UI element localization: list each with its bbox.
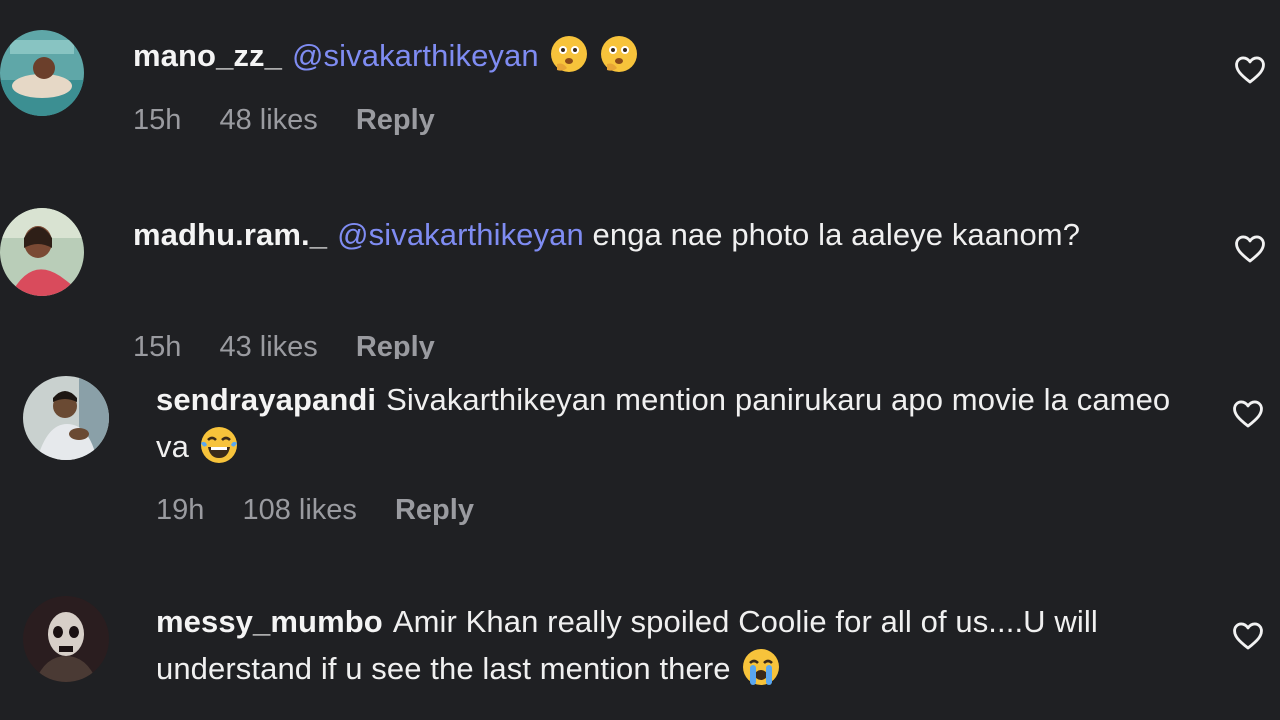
username[interactable]: madhu.ram._ [133,217,327,252]
comment-time: 15h [133,331,182,359]
comment-body: madhu.ram._ @sivakarthikeyan enga nae pho… [133,211,1173,258]
comments-list: mano_zz_ @sivakarthikeyan 15h 48 likes Re… [0,0,1280,720]
mention-link[interactable]: @sivakarthikeyan [337,217,584,252]
username[interactable]: sendrayapandi [156,382,376,417]
avatar[interactable] [0,30,84,116]
comment-body: sendrayapandi Sivakarthikeyan mention pan… [156,376,1196,470]
thinking-face-emoji-icon [599,34,639,74]
comment-time: 15h [133,104,182,136]
like-count[interactable]: 108 likes [242,494,356,526]
heart-outline-icon[interactable] [1233,232,1267,266]
reply-button[interactable]: Reply [356,104,435,136]
mention-link[interactable]: @sivakarthikeyan [292,38,539,73]
reply-button[interactable]: Reply [356,331,435,359]
like-count[interactable]: 48 likes [219,104,317,136]
avatar[interactable] [0,208,84,296]
comment-meta: 19h 108 likes Reply [156,494,504,527]
username[interactable]: messy_mumbo [156,604,383,639]
comment-body: messy_mumbo Amir Khan really spoiled Cool… [156,598,1196,692]
heart-outline-icon[interactable] [1231,397,1265,431]
comment-meta: 15h 43 likes Reply [133,331,465,359]
heart-outline-icon[interactable] [1231,619,1265,653]
heart-outline-icon[interactable] [1233,53,1267,87]
avatar[interactable] [23,376,109,460]
avatar[interactable] [23,596,109,682]
comment-meta: 15h 48 likes Reply [133,104,465,137]
comment-text: enga nae photo la aaleye kaanom? [592,217,1081,252]
crying-face-emoji-icon [741,647,781,687]
laughing-tears-emoji-icon [199,425,239,465]
comment-body: mano_zz_ @sivakarthikeyan [133,32,1193,79]
like-count[interactable]: 43 likes [219,331,317,359]
comment-time: 19h [156,494,205,526]
thinking-face-emoji-icon [549,34,589,74]
reply-button[interactable]: Reply [395,494,474,526]
username[interactable]: mano_zz_ [133,38,282,73]
